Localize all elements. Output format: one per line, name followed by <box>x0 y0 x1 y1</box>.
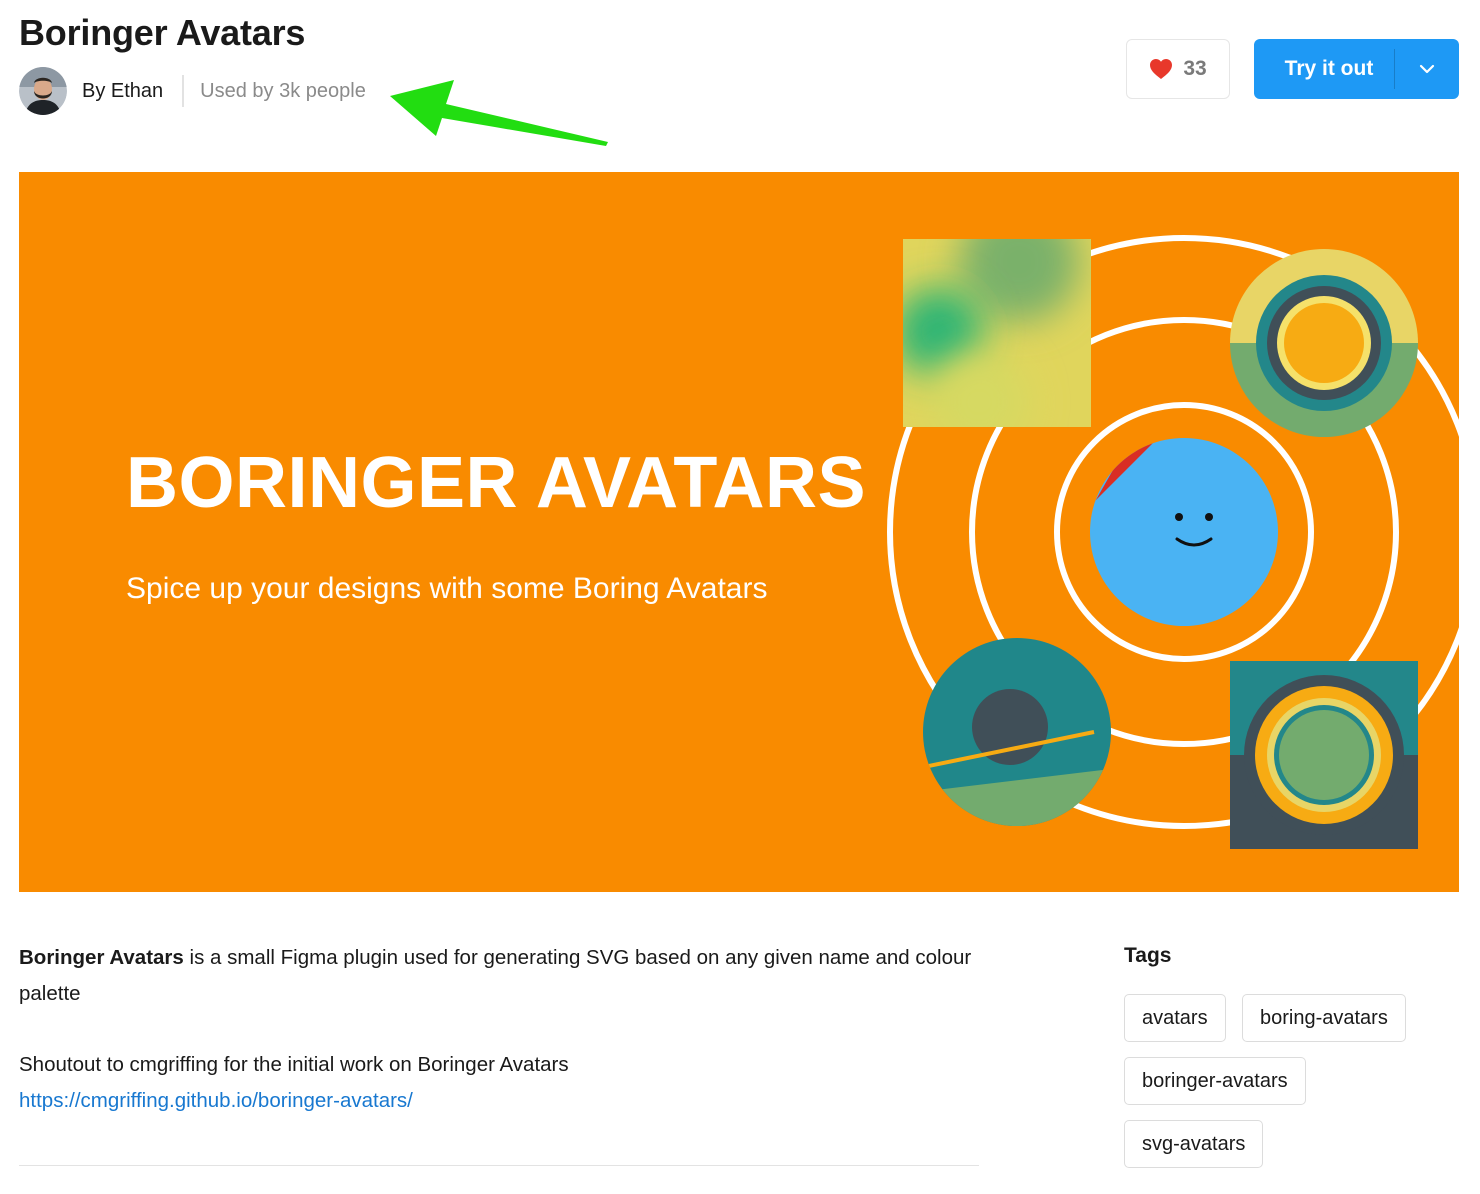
usage-count: Used by 3k people <box>200 79 366 102</box>
separator <box>182 75 185 107</box>
try-it-out-label[interactable]: Try it out <box>1254 57 1394 81</box>
tag-avatars[interactable]: avatars <box>1124 994 1226 1042</box>
hero-title: BORINGER AVATARS <box>126 443 866 523</box>
author-avatar[interactable] <box>19 67 67 115</box>
annotation-arrow-icon <box>390 80 608 146</box>
ring-avatar <box>1230 249 1418 437</box>
tag-svg-avatars[interactable]: svg-avatars <box>1124 1120 1264 1168</box>
marble-avatar <box>903 239 1091 427</box>
hero-banner: BORINGER AVATARS Spice up your designs w… <box>19 172 1459 892</box>
hero-subtitle: Spice up your designs with some Boring A… <box>126 572 768 605</box>
tag-boringer-avatars[interactable]: boringer-avatars <box>1124 1057 1306 1105</box>
square-ring-avatar <box>1230 661 1418 849</box>
hero-illustration <box>887 235 1459 849</box>
sunset-avatar <box>923 638 1111 826</box>
try-it-out-dropdown[interactable] <box>1395 39 1459 99</box>
like-count: 33 <box>1183 57 1207 80</box>
tag-boring-avatars[interactable]: boring-avatars <box>1242 994 1406 1042</box>
divider <box>19 1165 979 1166</box>
heart-icon <box>1150 59 1173 79</box>
author-row: By Ethan Used by 3k people <box>19 67 366 115</box>
project-link[interactable]: https://cmgriffing.github.io/boringer-av… <box>19 1089 413 1112</box>
shoutout-text: Shoutout to cmgriffing for the initial w… <box>19 1053 569 1076</box>
chevron-down-icon <box>1419 64 1435 74</box>
description-plugin-name: Boringer Avatars <box>19 946 184 969</box>
beam-avatar <box>1090 438 1278 626</box>
page-title: Boringer Avatars <box>19 12 306 53</box>
try-it-out-button[interactable]: Try it out <box>1254 39 1459 99</box>
tags-heading: Tags <box>1124 944 1172 967</box>
author-name[interactable]: By Ethan <box>82 80 163 103</box>
like-button[interactable]: 33 <box>1126 39 1230 99</box>
description: Boringer Avatars is a small Figma plugin… <box>19 940 999 1119</box>
description-paragraph: Boringer Avatars is a small Figma plugin… <box>19 940 999 1012</box>
